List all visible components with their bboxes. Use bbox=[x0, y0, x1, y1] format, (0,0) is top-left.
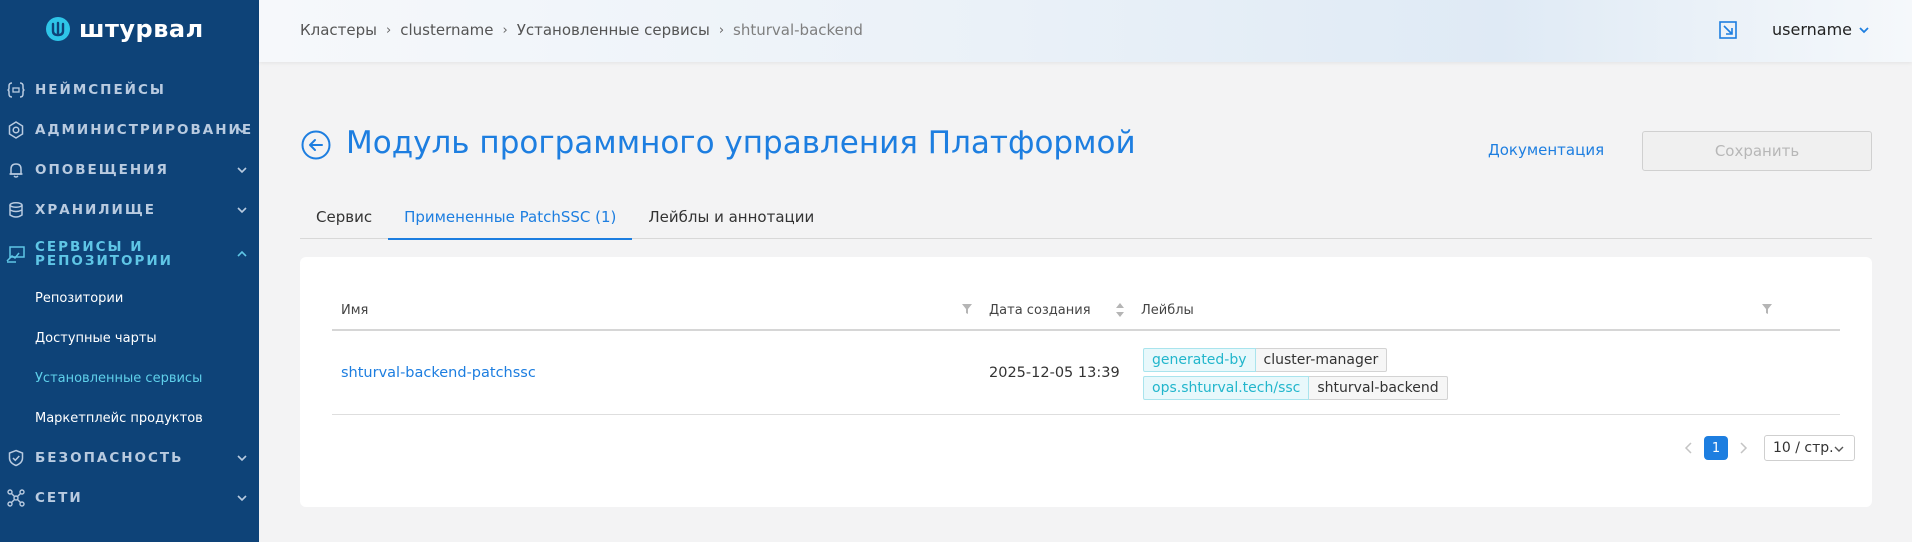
page-size-select[interactable]: 10 / стр. bbox=[1764, 435, 1855, 461]
prev-page-icon[interactable] bbox=[1682, 441, 1696, 455]
breadcrumb-clusters[interactable]: Кластеры bbox=[300, 21, 377, 39]
patchssc-name-link[interactable]: shturval-backend-patchssc bbox=[341, 365, 536, 381]
sidebar-item-storage[interactable]: ХРАНИЛИЩЕ bbox=[0, 190, 259, 230]
user-menu[interactable]: username bbox=[1772, 20, 1870, 39]
namespace-icon bbox=[6, 80, 26, 100]
sidebar-item-label: РЕПОЗИТОРИИ bbox=[35, 253, 173, 269]
sidebar-item-alerts[interactable]: ОПОВЕЩЕНИЯ bbox=[0, 150, 259, 190]
tab-applied-patchssc[interactable]: Примененные PatchSSC (1) bbox=[388, 195, 633, 240]
chevron-down-icon bbox=[1859, 26, 1869, 33]
filter-icon[interactable] bbox=[961, 303, 973, 315]
breadcrumb-separator-icon: › bbox=[718, 22, 725, 38]
breadcrumb-current: shturval-backend bbox=[733, 21, 863, 39]
bell-icon bbox=[6, 160, 26, 180]
shield-icon bbox=[6, 448, 26, 468]
username: username bbox=[1772, 20, 1852, 39]
created-date: 2025-12-05 13:39 bbox=[989, 365, 1120, 381]
breadcrumb-cluster[interactable]: clustername bbox=[400, 21, 493, 39]
chevron-down-icon bbox=[237, 127, 247, 134]
sidebar-item-label: БЕЗОПАСНОСТЬ bbox=[35, 450, 184, 466]
filter-icon[interactable] bbox=[1761, 303, 1773, 315]
logo[interactable]: штурвал bbox=[45, 14, 204, 44]
chevron-up-icon bbox=[237, 250, 247, 257]
column-header-labels: Лейблы bbox=[1141, 302, 1194, 318]
documentation-link[interactable]: Документация bbox=[1488, 141, 1604, 159]
top-header: Кластеры › clustername › Установленные с… bbox=[259, 0, 1912, 62]
back-arrow-icon[interactable] bbox=[301, 130, 331, 160]
sidebar-subitem-charts[interactable]: Доступные чарты bbox=[0, 318, 259, 358]
label-value: cluster-manager bbox=[1255, 348, 1388, 372]
pagination: 1 10 / стр. bbox=[1682, 435, 1855, 461]
sidebar: штурвал НЕЙМСПЕЙСЫ АДМИНИСТРИРОВАНИЕ ОПО… bbox=[0, 0, 259, 542]
services-icon bbox=[6, 244, 26, 264]
patchssc-table: Имя Дата создания Лейблы shturval-backen… bbox=[332, 289, 1840, 415]
gear-icon bbox=[6, 120, 26, 140]
sidebar-nav: НЕЙМСПЕЙСЫ АДМИНИСТРИРОВАНИЕ ОПОВЕЩЕНИЯ … bbox=[0, 70, 259, 518]
save-button[interactable]: Сохранить bbox=[1642, 131, 1872, 171]
chevron-down-icon bbox=[1834, 446, 1844, 452]
sidebar-subitem-installed-services[interactable]: Установленные сервисы bbox=[0, 358, 259, 398]
sidebar-item-label: ОПОВЕЩЕНИЯ bbox=[35, 162, 169, 178]
label-value: shturval-backend bbox=[1309, 376, 1448, 400]
external-link-icon[interactable] bbox=[1718, 20, 1738, 40]
sidebar-item-label-group: СЕРВИСЫ И РЕПОЗИТОРИИ bbox=[35, 240, 173, 268]
sidebar-item-label: НЕЙМСПЕЙСЫ bbox=[35, 82, 166, 98]
sort-icon[interactable] bbox=[1115, 302, 1125, 318]
sidebar-item-label: СЕТИ bbox=[35, 490, 83, 506]
label-tag: generated-by cluster-manager bbox=[1143, 348, 1448, 372]
breadcrumb-separator-icon: › bbox=[502, 22, 508, 38]
chevron-down-icon bbox=[237, 495, 247, 502]
sidebar-item-label: СЕРВИСЫ И bbox=[35, 239, 144, 255]
page-title: Модуль программного управления Платформо… bbox=[346, 125, 1136, 161]
next-page-icon[interactable] bbox=[1736, 441, 1750, 455]
breadcrumb: Кластеры › clustername › Установленные с… bbox=[300, 21, 863, 39]
sidebar-item-label: ХРАНИЛИЩЕ bbox=[35, 202, 156, 218]
shturval-logo-icon bbox=[46, 17, 70, 41]
breadcrumb-separator-icon: › bbox=[386, 22, 392, 38]
tab-bar: Сервис Примененные PatchSSC (1) Лейблы и… bbox=[300, 195, 1872, 240]
labels-cell: generated-by cluster-manager ops.shturva… bbox=[1143, 348, 1448, 404]
tab-service[interactable]: Сервис bbox=[300, 195, 388, 239]
column-header-created[interactable]: Дата создания bbox=[989, 289, 1091, 331]
sidebar-item-services-repos[interactable]: СЕРВИСЫ И РЕПОЗИТОРИИ bbox=[0, 230, 259, 278]
sidebar-subitem-marketplace[interactable]: Маркетплейс продуктов bbox=[0, 398, 259, 438]
label-tag: ops.shturval.tech/ssc shturval-backend bbox=[1143, 376, 1448, 400]
sidebar-item-administration[interactable]: АДМИНИСТРИРОВАНИЕ bbox=[0, 110, 259, 150]
sidebar-item-networks[interactable]: СЕТИ bbox=[0, 478, 259, 518]
sidebar-item-label: АДМИНИСТРИРОВАНИЕ bbox=[35, 122, 254, 138]
network-icon bbox=[6, 488, 26, 508]
sidebar-item-namespaces[interactable]: НЕЙМСПЕЙСЫ bbox=[0, 70, 259, 110]
table-header: Имя Дата создания Лейблы bbox=[332, 289, 1840, 331]
page-size-value: 10 / стр. bbox=[1773, 440, 1834, 456]
chevron-down-icon bbox=[237, 455, 247, 462]
label-key: ops.shturval.tech/ssc bbox=[1143, 376, 1310, 400]
column-header-name: Имя bbox=[341, 302, 369, 318]
breadcrumb-installed-services[interactable]: Установленные сервисы bbox=[517, 21, 710, 39]
database-icon bbox=[6, 200, 26, 220]
tab-labels-annotations[interactable]: Лейблы и аннотации bbox=[632, 195, 830, 239]
chevron-down-icon bbox=[237, 207, 247, 214]
page-number[interactable]: 1 bbox=[1704, 436, 1728, 460]
sidebar-subitem-repositories[interactable]: Репозитории bbox=[0, 278, 259, 318]
brand-name: штурвал bbox=[79, 15, 204, 43]
table-row: shturval-backend-patchssc 2025-12-05 13:… bbox=[332, 331, 1840, 415]
chevron-down-icon bbox=[237, 167, 247, 174]
sidebar-item-security[interactable]: БЕЗОПАСНОСТЬ bbox=[0, 438, 259, 478]
label-key: generated-by bbox=[1143, 348, 1256, 372]
patchssc-card: Имя Дата создания Лейблы shturval-backen… bbox=[300, 257, 1872, 507]
